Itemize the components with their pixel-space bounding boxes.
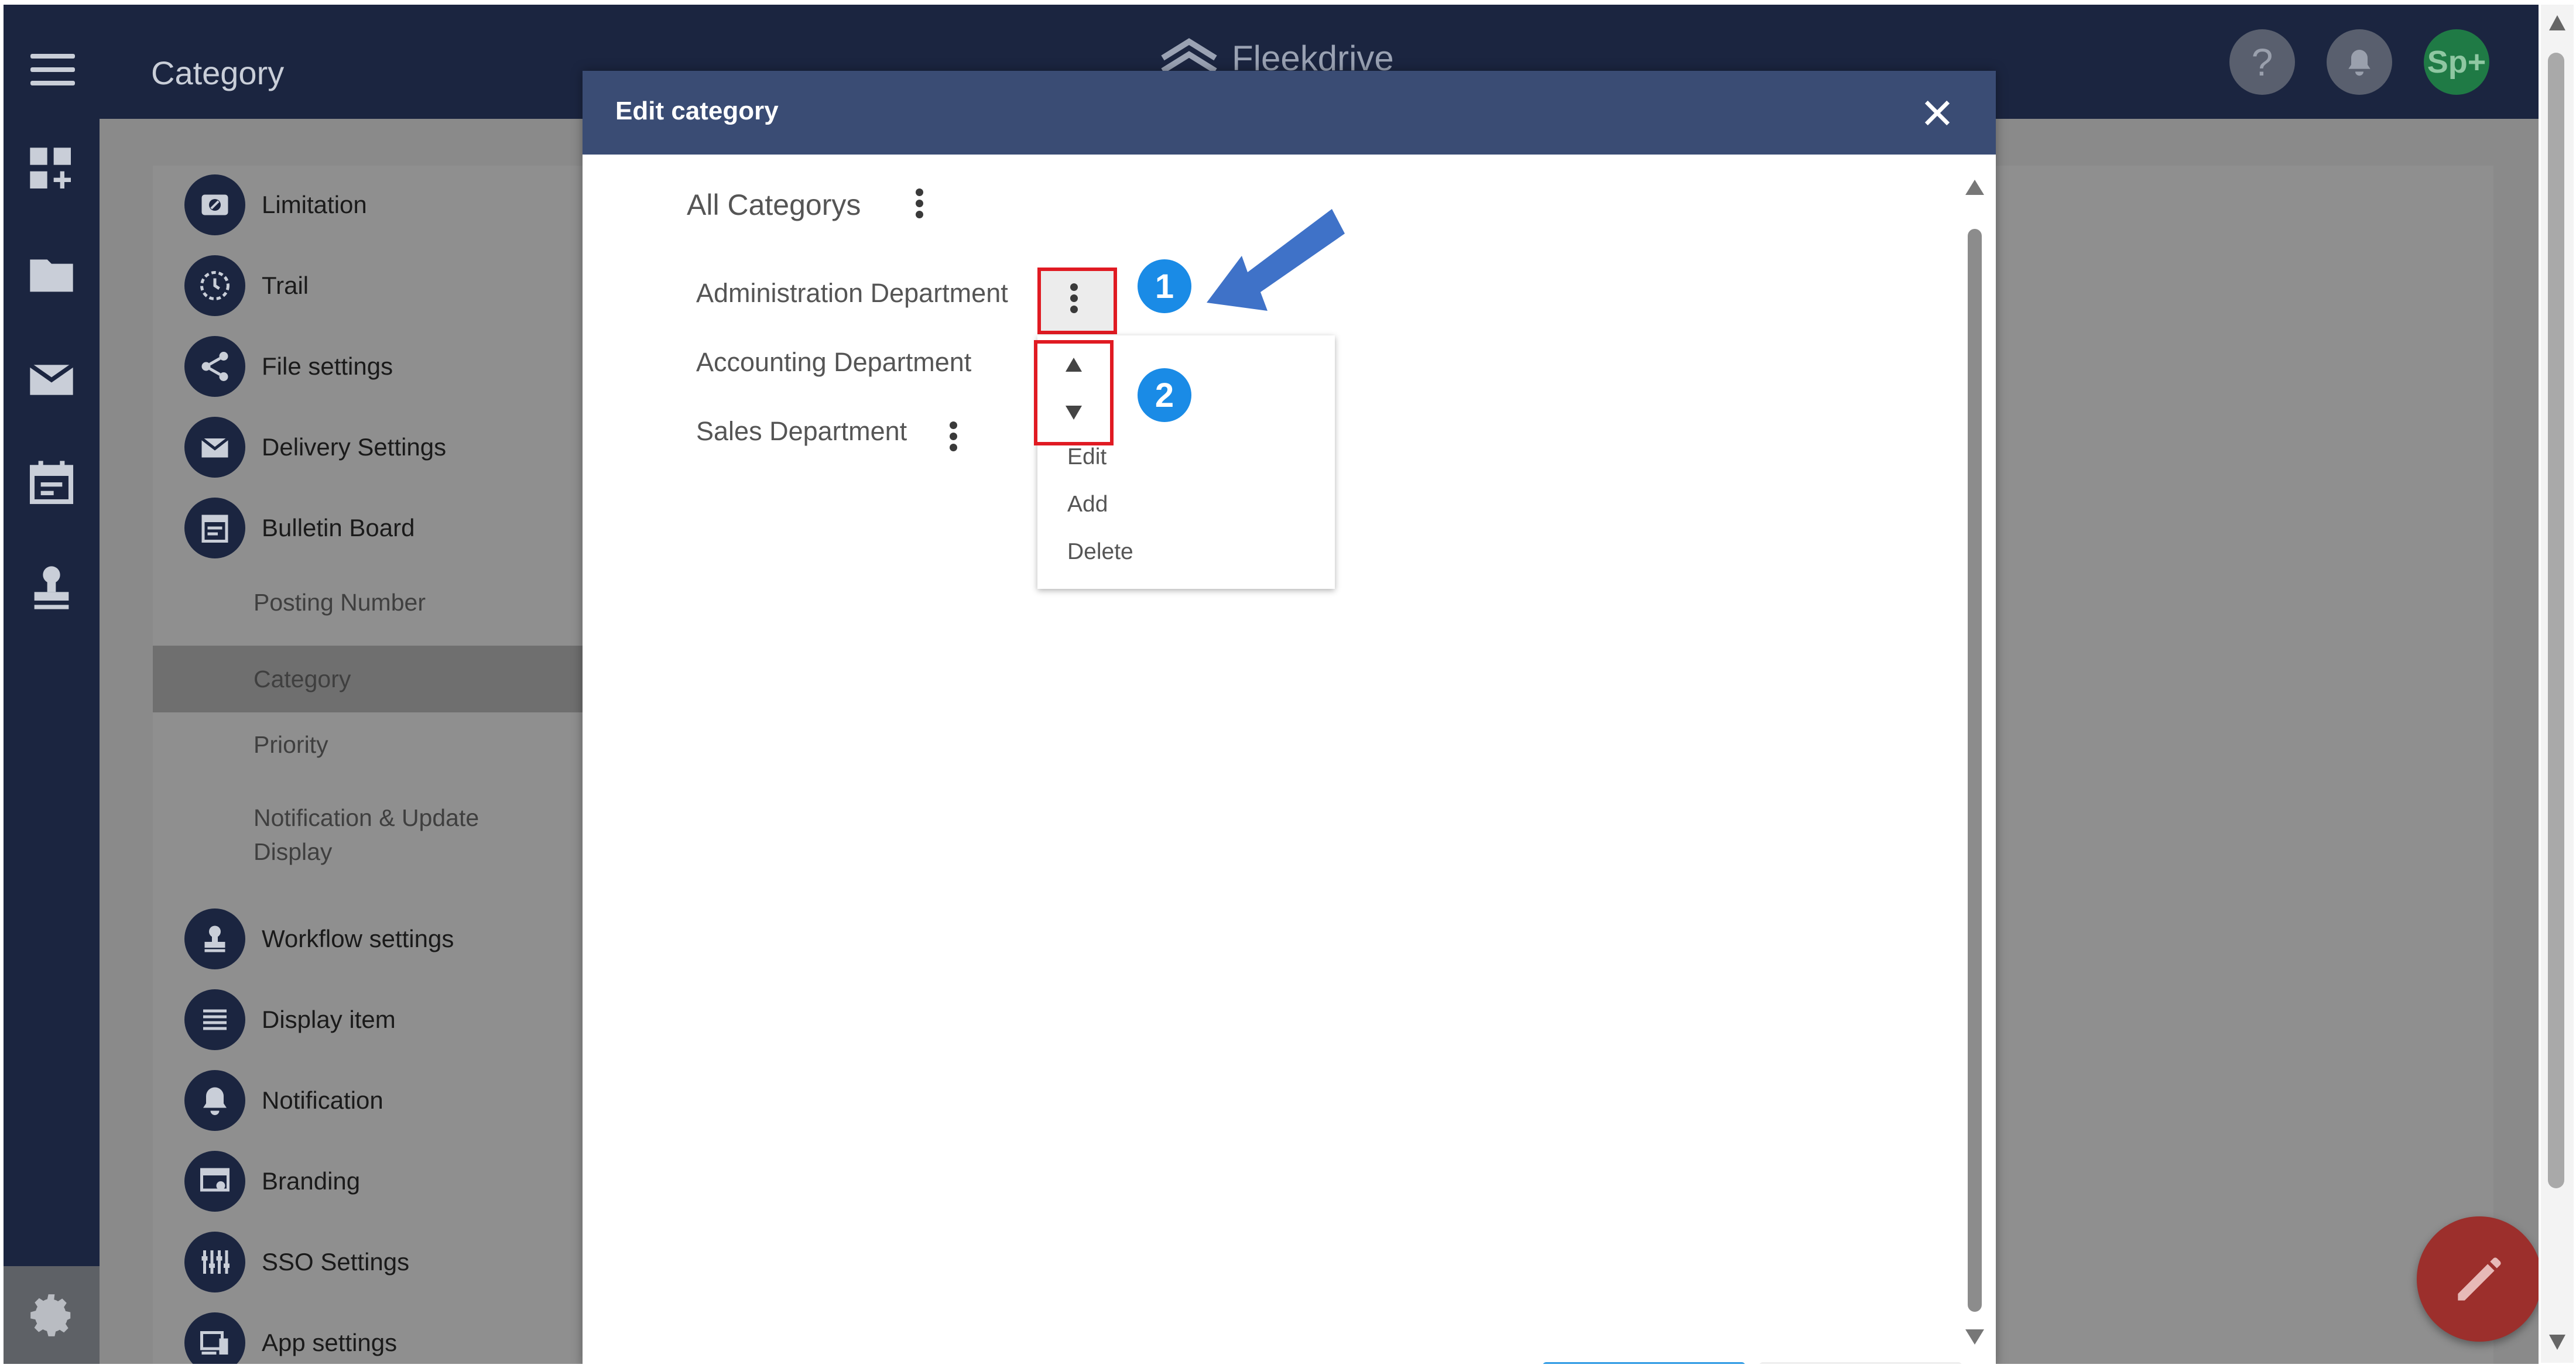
settings-item-bulletin-board[interactable]: Bulletin Board xyxy=(184,496,415,560)
list-icon xyxy=(184,989,245,1050)
category-item-sales[interactable]: Sales Department xyxy=(696,416,907,447)
bell-icon xyxy=(2348,50,2371,76)
settings-subitem-posting-number[interactable]: Posting Number xyxy=(254,585,426,619)
settings-item-delivery-settings[interactable]: Delivery Settings xyxy=(184,415,446,479)
menu-item-add[interactable]: Add xyxy=(1067,492,1108,517)
settings-subitem-notification-update-display[interactable]: Notification & Update Display xyxy=(254,801,523,869)
settings-subitem-priority[interactable]: Priority xyxy=(254,728,328,762)
bell-icon xyxy=(184,1070,245,1131)
page-title: Category xyxy=(151,54,285,91)
gear-icon xyxy=(30,1294,71,1336)
active-subitem-highlight xyxy=(153,646,639,712)
page-scroll-down-icon[interactable] xyxy=(2549,1335,2565,1350)
share-icon xyxy=(184,336,245,397)
pencil-icon xyxy=(2458,1257,2501,1301)
close-button[interactable] xyxy=(1919,94,1956,132)
notifications-button[interactable] xyxy=(2327,29,2392,95)
category-item-administration[interactable]: Administration Department xyxy=(696,278,1008,308)
scroll-down-icon[interactable] xyxy=(1965,1329,1984,1345)
content-card xyxy=(1986,166,2493,1364)
help-icon: ? xyxy=(2251,40,2273,84)
primary-action-button[interactable] xyxy=(1543,1362,1745,1364)
scroll-up-icon[interactable] xyxy=(1965,180,1984,195)
highlighted-move-arrows-box xyxy=(1034,340,1114,445)
help-button[interactable]: ? xyxy=(2229,29,2295,95)
callout-badge-2: 2 xyxy=(1138,368,1191,422)
clock-icon xyxy=(184,255,245,316)
page-scroll-up-icon[interactable] xyxy=(2549,15,2565,30)
category-root-label: All Categorys xyxy=(687,188,861,221)
settings-subitem-category[interactable]: Category xyxy=(254,662,351,696)
settings-item-sso-settings[interactable]: SSO Settings xyxy=(184,1230,409,1294)
secondary-action-button[interactable] xyxy=(1759,1362,1962,1364)
left-icon-rail xyxy=(4,119,100,1364)
edit-fab-button[interactable] xyxy=(2417,1216,2539,1342)
settings-item-limitation[interactable]: Limitation xyxy=(184,173,367,237)
settings-item-workflow-settings[interactable]: Workflow settings xyxy=(184,907,454,971)
settings-panel: Limitation Trail File settings Delivery … xyxy=(153,166,639,1364)
root-more-menu-icon[interactable] xyxy=(907,180,931,227)
callout-badge-1: 1 xyxy=(1138,259,1191,313)
settings-item-notification[interactable]: Notification xyxy=(184,1068,383,1133)
app-window: Category Fleekdrive ? Sp+ Limitation Tra… xyxy=(4,5,2539,1364)
move-up-icon[interactable] xyxy=(1066,358,1082,372)
add-widget-icon[interactable] xyxy=(25,142,78,196)
stamp-icon[interactable] xyxy=(25,561,78,615)
folder-icon[interactable] xyxy=(25,248,78,301)
limitation-icon xyxy=(184,174,245,235)
hamburger-menu-icon[interactable] xyxy=(30,54,75,85)
administration-more-menu-icon[interactable] xyxy=(1062,275,1085,321)
modal-header: Edit category xyxy=(583,71,1996,155)
close-icon xyxy=(1924,100,1950,126)
callout-arrow-icon xyxy=(1207,209,1345,311)
mail-icon[interactable] xyxy=(25,353,78,407)
settings-item-file-settings[interactable]: File settings xyxy=(184,334,393,399)
page-scroll-thumb[interactable] xyxy=(2548,53,2564,1188)
settings-item-display-item[interactable]: Display item xyxy=(184,988,396,1052)
mail-icon xyxy=(184,417,245,478)
menu-item-edit[interactable]: Edit xyxy=(1067,444,1107,470)
edit-category-modal: Edit category All Categorys Administrati… xyxy=(583,71,1996,1364)
settings-item-app-settings[interactable]: App settings xyxy=(184,1311,397,1364)
settings-item-trail[interactable]: Trail xyxy=(184,253,309,318)
bulletin-icon xyxy=(184,498,245,558)
settings-item-branding[interactable]: Branding xyxy=(184,1149,360,1213)
sales-more-menu-icon[interactable] xyxy=(941,413,965,460)
menu-item-delete[interactable]: Delete xyxy=(1067,539,1133,565)
stamp-icon xyxy=(184,908,245,969)
devices-icon xyxy=(184,1312,245,1364)
sso-icon xyxy=(184,1232,245,1292)
category-item-accounting[interactable]: Accounting Department xyxy=(696,347,971,378)
scroll-thumb[interactable] xyxy=(1968,229,1982,1312)
page-scrollbar[interactable] xyxy=(2541,5,2574,1363)
modal-title: Edit category xyxy=(615,97,779,125)
branding-icon xyxy=(184,1151,245,1212)
user-avatar[interactable]: Sp+ xyxy=(2424,29,2489,95)
settings-gear-button[interactable] xyxy=(4,1266,100,1364)
modal-scrollbar[interactable] xyxy=(1963,164,1986,1364)
calendar-icon[interactable] xyxy=(25,455,78,509)
move-down-icon[interactable] xyxy=(1066,406,1082,420)
